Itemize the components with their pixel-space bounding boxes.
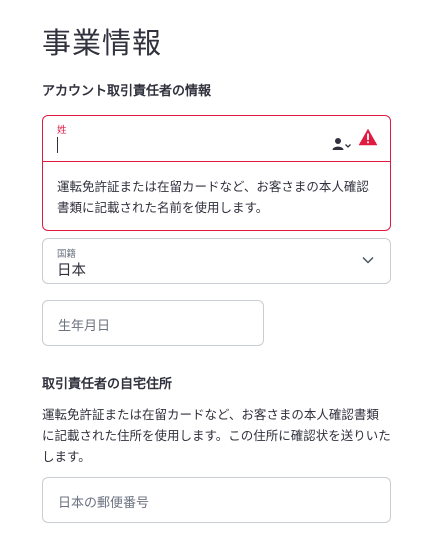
postal-code-placeholder: 日本の郵便番号 [58,496,150,511]
dob-input[interactable]: 生年月日 [42,300,264,346]
last-name-label: 姓 [57,125,67,136]
section-heading-home-address: 取引責任者の自宅住所 [42,377,173,392]
page-title: 事業情報 [42,26,163,60]
section-heading-representative: アカウント取引責任者の情報 [42,84,212,99]
last-name-error-message: 運転免許証または在留カードなど、お客さまの本人確認書類に記載された名前を使用しま… [57,179,369,215]
postal-code-input[interactable]: 日本の郵便番号 [42,477,391,523]
chevron-down-icon [362,256,374,264]
address-description: 運転免許証または在留カードなど、お客さまの本人確認書類に記載された住所を使用しま… [42,407,391,464]
nationality-select[interactable]: 国籍 日本 [42,238,391,284]
dob-placeholder: 生年月日 [58,319,111,334]
person-autofill-icon[interactable] [332,137,352,151]
warning-icon [358,128,378,146]
nationality-label: 国籍 [57,249,77,260]
last-name-field-group: 姓 運転免許証または在留カードなど、お客さまの本人確認書類に記載された名前を使用… [42,115,391,231]
nationality-value: 日本 [57,263,86,279]
text-cursor [57,137,58,153]
last-name-input[interactable]: 姓 [43,116,390,162]
